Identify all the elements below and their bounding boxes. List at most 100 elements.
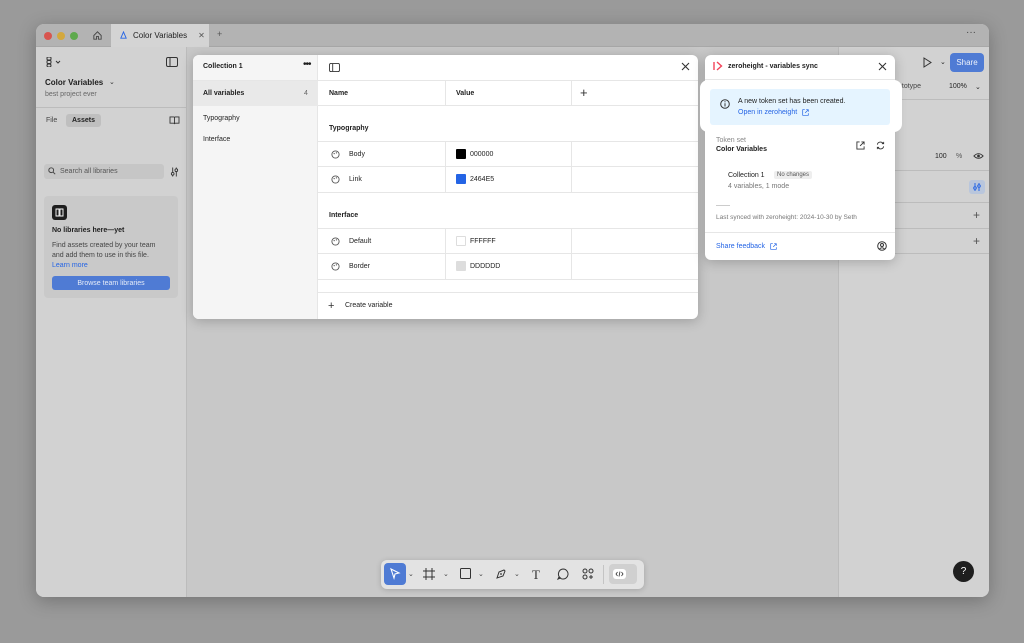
learn-more-link[interactable]: Learn more [52, 262, 88, 269]
help-button[interactable]: ? [953, 561, 974, 582]
figma-menu-icon[interactable] [46, 57, 62, 67]
close-icon[interactable] [878, 62, 887, 71]
play-chevron-icon[interactable]: ⌄ [940, 58, 946, 66]
tab-assets[interactable]: Assets [66, 114, 101, 127]
eye-icon[interactable] [973, 152, 984, 160]
new-tab-icon[interactable]: + [217, 29, 222, 39]
variable-name[interactable]: Link [349, 176, 362, 183]
status-badge: No changes [774, 171, 813, 179]
token-set-label: Token set [716, 137, 746, 144]
file-description: best project ever [45, 91, 97, 98]
variable-value[interactable]: 000000 [470, 151, 493, 158]
table-header: Name Value + [318, 80, 698, 106]
share-button[interactable]: Share [950, 53, 984, 72]
zoom-level[interactable]: 100% [949, 83, 967, 90]
chevron-down-icon[interactable]: ⌄ [109, 78, 115, 86]
home-icon[interactable] [92, 30, 103, 41]
more-icon[interactable]: ··· [966, 27, 976, 38]
external-link-icon[interactable] [856, 141, 865, 150]
color-variable-icon [331, 150, 340, 159]
zeroheight-logo-icon [713, 61, 723, 71]
share-feedback-link[interactable]: Share feedback [716, 243, 765, 250]
table-row[interactable]: Border DDDDDD [318, 254, 698, 280]
create-variable-button[interactable]: + Create variable [328, 300, 428, 314]
color-swatch[interactable] [456, 149, 466, 159]
opacity-unit: % [956, 153, 963, 160]
plus-icon: + [328, 300, 335, 312]
plugin-title: zeroheight - variables sync [728, 63, 818, 70]
filter-icon[interactable] [170, 167, 179, 177]
account-icon[interactable] [877, 241, 887, 251]
last-synced-text: Last synced with zeroheight: 2024-10-30 … [716, 214, 857, 221]
add-icon[interactable]: + [973, 208, 980, 222]
column-divider [571, 228, 572, 280]
comment-tool-icon[interactable] [557, 568, 569, 580]
move-tool-icon[interactable] [384, 563, 406, 585]
styles-toggle-icon[interactable] [969, 180, 985, 194]
collection-name[interactable]: Collection 1 [203, 63, 243, 70]
open-in-zeroheight-link[interactable]: Open in zeroheight [738, 109, 797, 116]
libraries-empty-card: No libraries here—yet Find assets create… [44, 196, 178, 298]
column-divider [445, 80, 446, 106]
add-mode-icon[interactable]: + [580, 85, 588, 100]
variable-name[interactable]: Border [349, 263, 370, 270]
table-row[interactable]: Body 000000 [318, 141, 698, 167]
group-interface[interactable]: Interface [203, 136, 230, 143]
opacity-value[interactable]: 100 [935, 153, 947, 160]
column-divider [571, 80, 572, 106]
create-variable-label: Create variable [345, 302, 393, 309]
browse-libraries-button[interactable]: Browse team libraries [52, 276, 170, 290]
tab-file[interactable]: File [46, 117, 57, 124]
search-input[interactable]: Search all libraries [44, 164, 164, 179]
variable-value[interactable]: DDDDDD [470, 263, 500, 270]
file-tab[interactable]: Color Variables ✕ [111, 24, 209, 47]
pen-tool-icon[interactable] [495, 568, 507, 580]
rectangle-tool-icon[interactable] [460, 568, 471, 579]
close-tab-icon[interactable]: ✕ [198, 31, 205, 40]
resources-tool-icon[interactable] [582, 568, 594, 580]
dev-mode-icon[interactable] [609, 564, 637, 584]
frame-tool-icon[interactable] [423, 568, 435, 580]
color-swatch[interactable] [456, 236, 466, 246]
maximize-window-button[interactable] [70, 32, 78, 40]
frame-tool-chevron-icon[interactable]: ⌄ [443, 570, 449, 578]
play-icon[interactable] [922, 57, 932, 68]
layout-toggle-icon[interactable] [166, 57, 178, 67]
group-all-variables[interactable]: All variables 4 [193, 81, 318, 106]
section-title-interface: Interface [329, 212, 359, 219]
close-icon[interactable] [681, 62, 690, 71]
info-icon [720, 99, 730, 109]
pen-tool-chevron-icon[interactable]: ⌄ [514, 570, 520, 578]
tab-title: Color Variables [133, 31, 188, 40]
color-swatch[interactable] [456, 174, 466, 184]
sidebar-toggle-icon[interactable] [329, 63, 340, 72]
variable-name[interactable]: Default [349, 238, 371, 245]
library-icon[interactable] [169, 116, 180, 125]
close-window-button[interactable] [44, 32, 52, 40]
sync-icon[interactable] [876, 141, 885, 150]
column-name-header: Name [329, 90, 349, 97]
table-row[interactable]: Link 2464E5 [318, 167, 698, 193]
toast-text: A new token set has been created. [738, 98, 846, 105]
text-tool-icon[interactable]: T [532, 567, 540, 583]
table-row[interactable]: Default FFFFFF [318, 228, 698, 254]
file-name[interactable]: Color Variables [45, 78, 103, 87]
external-link-icon[interactable] [802, 109, 809, 116]
collection-options-icon[interactable]: ••• [303, 59, 311, 70]
shape-tool-chevron-icon[interactable]: ⌄ [478, 570, 484, 578]
move-tool-chevron-icon[interactable]: ⌄ [408, 570, 414, 578]
variable-value[interactable]: FFFFFF [470, 238, 496, 245]
divider [318, 292, 698, 293]
zoom-chevron-icon[interactable]: ⌄ [975, 83, 981, 91]
external-link-icon[interactable] [770, 243, 777, 250]
color-swatch[interactable] [456, 261, 466, 271]
variable-value[interactable]: 2464E5 [470, 176, 494, 183]
add-icon[interactable]: + [973, 234, 980, 248]
variable-name[interactable]: Body [349, 151, 365, 158]
group-typography[interactable]: Typography [203, 115, 240, 122]
section-title-typography: Typography [329, 125, 369, 132]
color-variable-icon [331, 175, 340, 184]
title-bar: Color Variables ✕ + ··· [36, 24, 989, 47]
search-icon [48, 167, 56, 175]
minimize-window-button[interactable] [57, 32, 65, 40]
